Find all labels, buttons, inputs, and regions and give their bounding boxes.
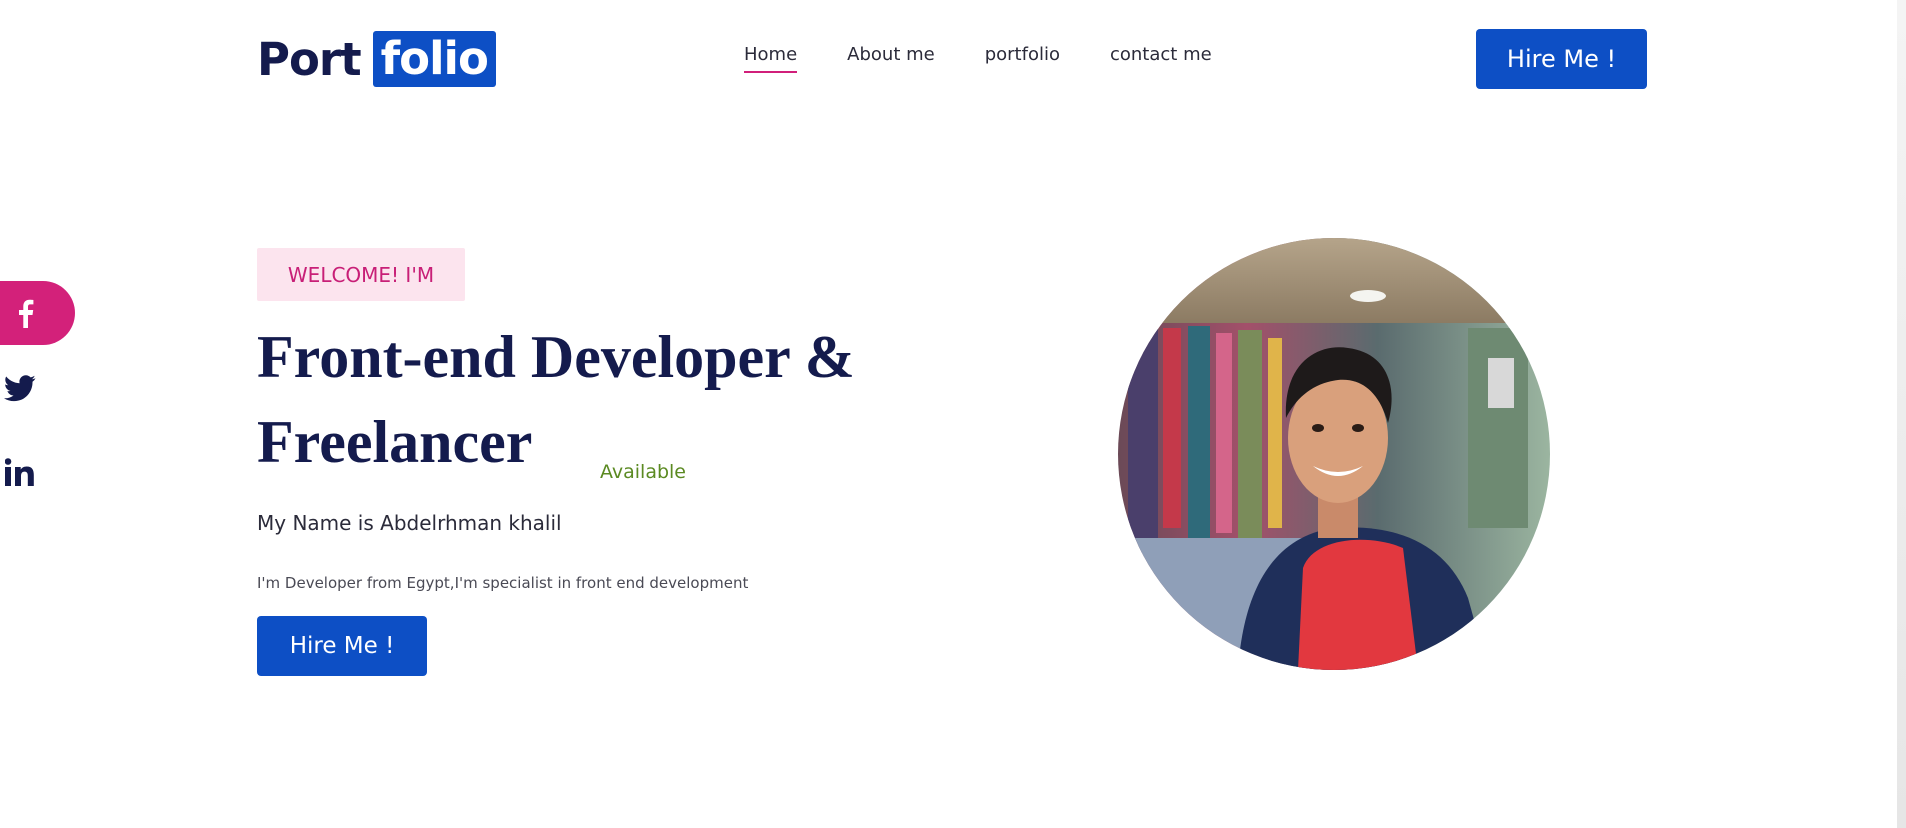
facebook-icon xyxy=(19,299,34,328)
main-nav: Home About me portfolio contact me xyxy=(744,44,1262,73)
profile-photo-illustration xyxy=(1118,238,1550,670)
nav-item-about[interactable]: About me xyxy=(847,44,935,73)
intro-description: I'm Developer from Egypt,I'm specialist … xyxy=(257,574,749,592)
nav-item-portfolio[interactable]: portfolio xyxy=(985,44,1060,73)
welcome-badge: WELCOME! I'M xyxy=(257,248,465,301)
hire-me-header-button[interactable]: Hire Me ! xyxy=(1476,29,1647,89)
logo[interactable]: Port folio xyxy=(257,31,496,87)
availability-status: Available xyxy=(600,461,687,483)
profile-photo xyxy=(1118,238,1550,670)
page: Port folio Home About me portfolio conta… xyxy=(0,0,1906,828)
intro-name: My Name is Abdelrhman khalil xyxy=(257,511,562,535)
nav-item-contact[interactable]: contact me xyxy=(1110,44,1212,73)
hero-headline: Front-end Developer & Freelancer xyxy=(257,315,957,485)
logo-text-port: Port xyxy=(257,32,362,86)
logo-text-folio: folio xyxy=(372,31,496,87)
hire-me-hero-button[interactable]: Hire Me ! xyxy=(257,616,427,676)
twitter-icon[interactable] xyxy=(4,375,36,403)
scrollbar-edge xyxy=(1897,0,1906,828)
headline-line-2: Freelancer xyxy=(257,409,533,475)
nav-item-home[interactable]: Home xyxy=(744,44,798,73)
facebook-link[interactable] xyxy=(0,281,75,345)
linkedin-icon[interactable] xyxy=(5,458,35,486)
headline-line-1: Front-end Developer & xyxy=(257,324,855,390)
